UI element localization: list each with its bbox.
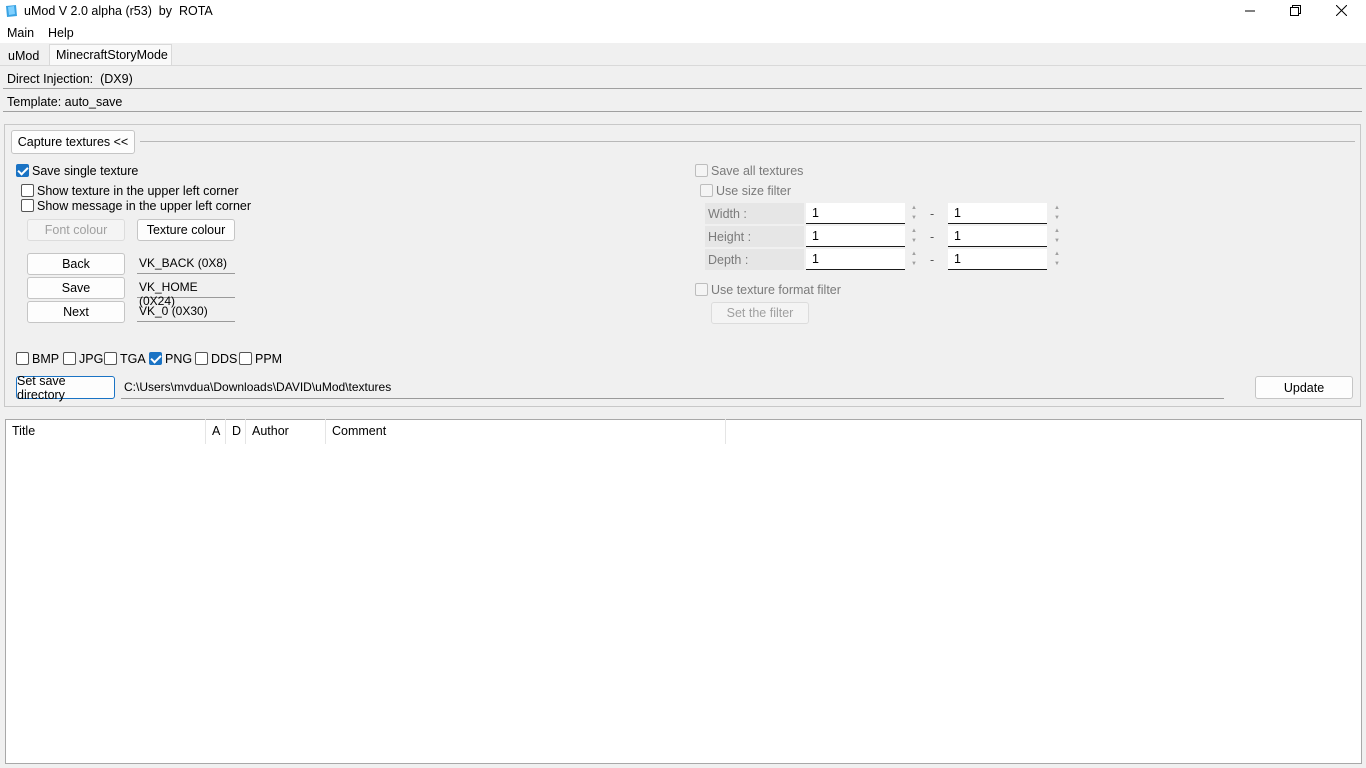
format-ppm-label: PPM [255,352,283,366]
window-title: uMod V 2.0 alpha (r53) by ROTA [24,4,213,18]
column-comment[interactable]: Comment [326,419,726,444]
menu-help[interactable]: Help [48,26,74,40]
width-min-spinner-icon[interactable]: ▲ ▼ [909,203,919,224]
width-max-input[interactable]: 1 [948,203,1047,224]
format-png-checkbox[interactable] [149,352,162,365]
save-single-texture-checkbox[interactable] [16,164,29,177]
column-a[interactable]: A [206,419,226,444]
font-colour-button[interactable]: Font colour [27,219,125,241]
width-label: Width : [705,203,804,224]
format-ppm-checkbox[interactable] [239,352,252,365]
maximize-button[interactable] [1272,0,1318,23]
tab-divider [0,65,1366,66]
save-single-texture-label: Save single texture [32,164,139,178]
back-key-button[interactable]: Back [27,253,125,275]
close-icon [1335,4,1347,19]
format-tga-checkbox[interactable] [104,352,117,365]
show-texture-checkbox[interactable] [21,184,34,197]
back-key-field[interactable]: VK_BACK (0X8) [137,253,235,274]
capture-divider [140,141,1355,142]
use-size-filter-checkbox[interactable] [700,184,713,197]
width-range-dash: - [930,207,935,221]
width-max-spinner-icon[interactable]: ▲ ▼ [1052,203,1062,224]
set-the-filter-button[interactable]: Set the filter [711,302,809,324]
depth-max-spinner-icon[interactable]: ▲ ▼ [1052,249,1062,270]
save-key-field[interactable]: VK_HOME (0X24) [137,277,235,308]
maximize-icon [1289,4,1301,19]
minimize-icon [1245,5,1255,19]
next-key-field[interactable]: VK_0 (0X30) [137,301,235,322]
depth-max-input[interactable]: 1 [948,249,1047,270]
capture-textures-toggle-button[interactable]: Capture textures << [11,130,135,154]
template-info: Template: auto_save [3,91,1362,112]
tab-umod[interactable]: uMod [2,46,48,65]
height-max-input[interactable]: 1 [948,226,1047,247]
format-jpg-label: JPG [79,352,104,366]
minimize-button[interactable] [1227,0,1273,23]
show-message-checkbox[interactable] [21,199,34,212]
depth-range-dash: - [930,253,935,267]
format-dds-checkbox[interactable] [195,352,208,365]
save-all-textures-checkbox[interactable] [695,164,708,177]
save-directory-field[interactable]: C:\Users\mvdua\Downloads\DAVID\uMod\text… [121,376,1224,399]
texture-colour-button[interactable]: Texture colour [137,219,235,241]
height-max-spinner-icon[interactable]: ▲ ▼ [1052,226,1062,247]
column-title[interactable]: Title [6,419,206,444]
next-key-button[interactable]: Next [27,301,125,323]
format-bmp-checkbox[interactable] [16,352,29,365]
column-author[interactable]: Author [246,419,326,444]
height-min-input[interactable]: 1 [806,226,905,247]
format-dds-label: DDS [211,352,238,366]
use-size-filter-label: Use size filter [716,184,792,198]
column-d[interactable]: D [226,419,246,444]
show-message-label: Show message in the upper left corner [37,199,252,213]
tab-minecraftstorymode[interactable]: MinecraftStoryMode [49,44,172,65]
format-jpg-checkbox[interactable] [63,352,76,365]
height-min-spinner-icon[interactable]: ▲ ▼ [909,226,919,247]
save-key-button[interactable]: Save [27,277,125,299]
depth-min-spinner-icon[interactable]: ▲ ▼ [909,249,919,270]
direct-injection-info: Direct Injection: (DX9) [3,68,1362,89]
save-all-textures-label: Save all textures [711,164,804,178]
use-format-filter-checkbox[interactable] [695,283,708,296]
app-icon [5,4,18,18]
height-label: Height : [705,226,804,247]
format-bmp-label: BMP [32,352,60,366]
menu-main[interactable]: Main [7,26,34,40]
close-button[interactable] [1318,0,1364,23]
show-texture-label: Show texture in the upper left corner [37,184,239,198]
width-min-input[interactable]: 1 [806,203,905,224]
format-tga-label: TGA [120,352,146,366]
set-save-directory-button[interactable]: Set save directory [16,374,115,402]
depth-label: Depth : [705,249,804,270]
mod-table[interactable] [5,419,1362,764]
use-format-filter-label: Use texture format filter [711,283,841,297]
height-range-dash: - [930,230,935,244]
menu-bar [0,23,1366,43]
update-button[interactable]: Update [1255,376,1353,399]
format-png-label: PNG [165,352,193,366]
depth-min-input[interactable]: 1 [806,249,905,270]
